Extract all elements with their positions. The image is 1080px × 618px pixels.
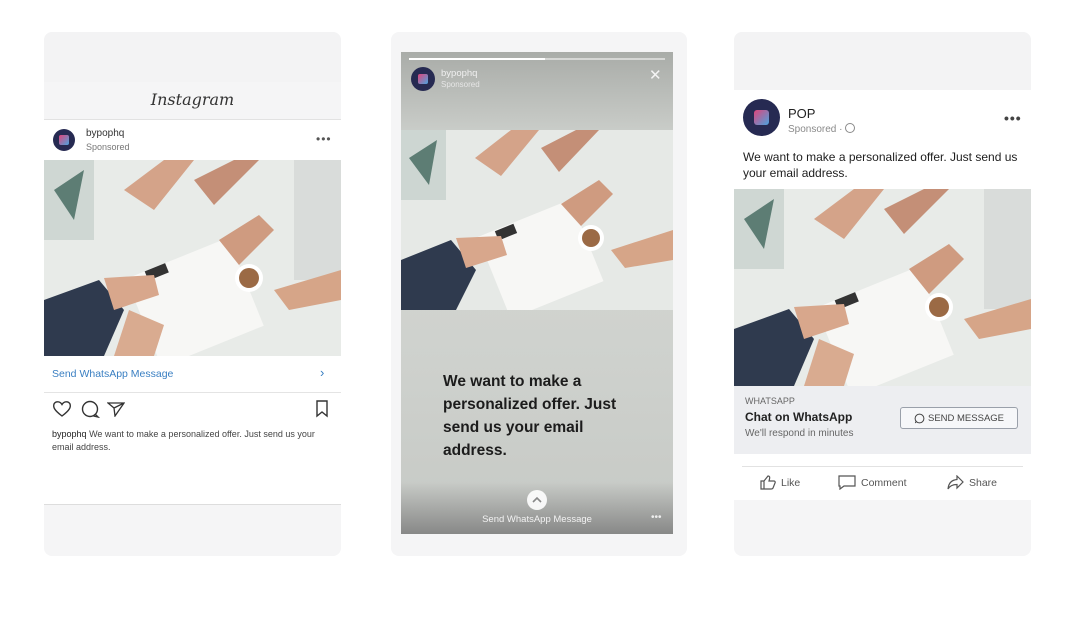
send-icon[interactable] bbox=[107, 401, 125, 417]
story-photo bbox=[401, 130, 673, 310]
send-message-button[interactable]: SEND MESSAGE bbox=[900, 407, 1018, 429]
ad-title[interactable]: Chat on WhatsApp bbox=[745, 410, 852, 424]
account-name[interactable]: bypophq bbox=[441, 68, 477, 79]
send-whatsapp-cta[interactable]: Send WhatsApp Message bbox=[52, 368, 173, 380]
post-text: We want to make a personalized offer. Ju… bbox=[743, 150, 1018, 180]
close-icon[interactable]: ✕ bbox=[649, 66, 662, 84]
facebook-top-bar bbox=[734, 32, 1031, 90]
divider bbox=[44, 392, 341, 393]
page-name[interactable]: POP bbox=[788, 106, 815, 121]
more-options-icon[interactable]: ••• bbox=[1004, 110, 1022, 126]
account-name[interactable]: bypophq bbox=[86, 128, 124, 139]
comment-button[interactable]: Comment bbox=[838, 475, 907, 490]
instagram-story-preview: bypophq Sponsored ✕ We want to make a pe… bbox=[391, 32, 687, 556]
share-icon bbox=[947, 475, 964, 490]
instagram-logo: Instagram bbox=[150, 90, 235, 109]
post-actions: Like Comment Share bbox=[734, 472, 1031, 498]
story-headline: We want to make a personalized offer. Ju… bbox=[443, 373, 617, 459]
like-button[interactable]: Like bbox=[760, 475, 800, 490]
instagram-ad-preview: Instagram bypophq Sponsored ••• Send Wha… bbox=[44, 32, 341, 556]
divider bbox=[44, 504, 341, 505]
chevron-up-icon[interactable] bbox=[527, 490, 547, 510]
caption-text: We want to make a personalized offer. Ju… bbox=[52, 429, 315, 452]
caption-username[interactable]: bypophq bbox=[52, 429, 87, 439]
post-caption: bypophq We want to make a personalized o… bbox=[52, 428, 322, 454]
globe-icon bbox=[845, 123, 856, 133]
sponsored-text: Sponsored · bbox=[788, 124, 846, 135]
sponsored-label: Sponsored bbox=[441, 80, 480, 89]
ad-source-label: WHATSAPP bbox=[745, 396, 795, 406]
instagram-top-bar bbox=[44, 32, 341, 82]
divider bbox=[742, 466, 1023, 467]
story-frame: bypophq Sponsored ✕ We want to make a pe… bbox=[401, 52, 673, 534]
send-message-label: SEND MESSAGE bbox=[927, 412, 1005, 424]
facebook-ad-preview: POP Sponsored · ••• We want to make a pe… bbox=[734, 32, 1031, 556]
more-options-icon[interactable]: ••• bbox=[316, 132, 332, 146]
avatar[interactable] bbox=[743, 99, 780, 136]
sponsored-label: Sponsored bbox=[86, 142, 130, 152]
chevron-right-icon[interactable]: › bbox=[320, 365, 324, 380]
send-whatsapp-cta[interactable]: Send WhatsApp Message bbox=[401, 514, 673, 525]
like-label: Like bbox=[781, 476, 801, 489]
story-progress-fill bbox=[409, 58, 545, 60]
ad-subtitle: We'll respond in minutes bbox=[745, 428, 854, 439]
ad-photo bbox=[734, 189, 1031, 386]
share-button[interactable]: Share bbox=[947, 475, 997, 490]
comment-label: Comment bbox=[861, 476, 907, 489]
avatar[interactable] bbox=[411, 67, 435, 91]
bookmark-icon[interactable] bbox=[315, 400, 329, 418]
share-label: Share bbox=[969, 476, 998, 489]
sponsored-label: Sponsored · bbox=[788, 123, 856, 135]
comment-icon bbox=[838, 475, 856, 490]
avatar[interactable] bbox=[53, 129, 75, 151]
whatsapp-icon bbox=[914, 413, 925, 424]
heart-icon[interactable] bbox=[52, 400, 72, 418]
ad-photo bbox=[44, 160, 341, 356]
thumbs-up-icon bbox=[760, 475, 776, 490]
story-top-shade bbox=[401, 52, 673, 130]
more-options-icon[interactable]: ••• bbox=[651, 512, 662, 523]
comment-icon[interactable] bbox=[80, 400, 100, 418]
